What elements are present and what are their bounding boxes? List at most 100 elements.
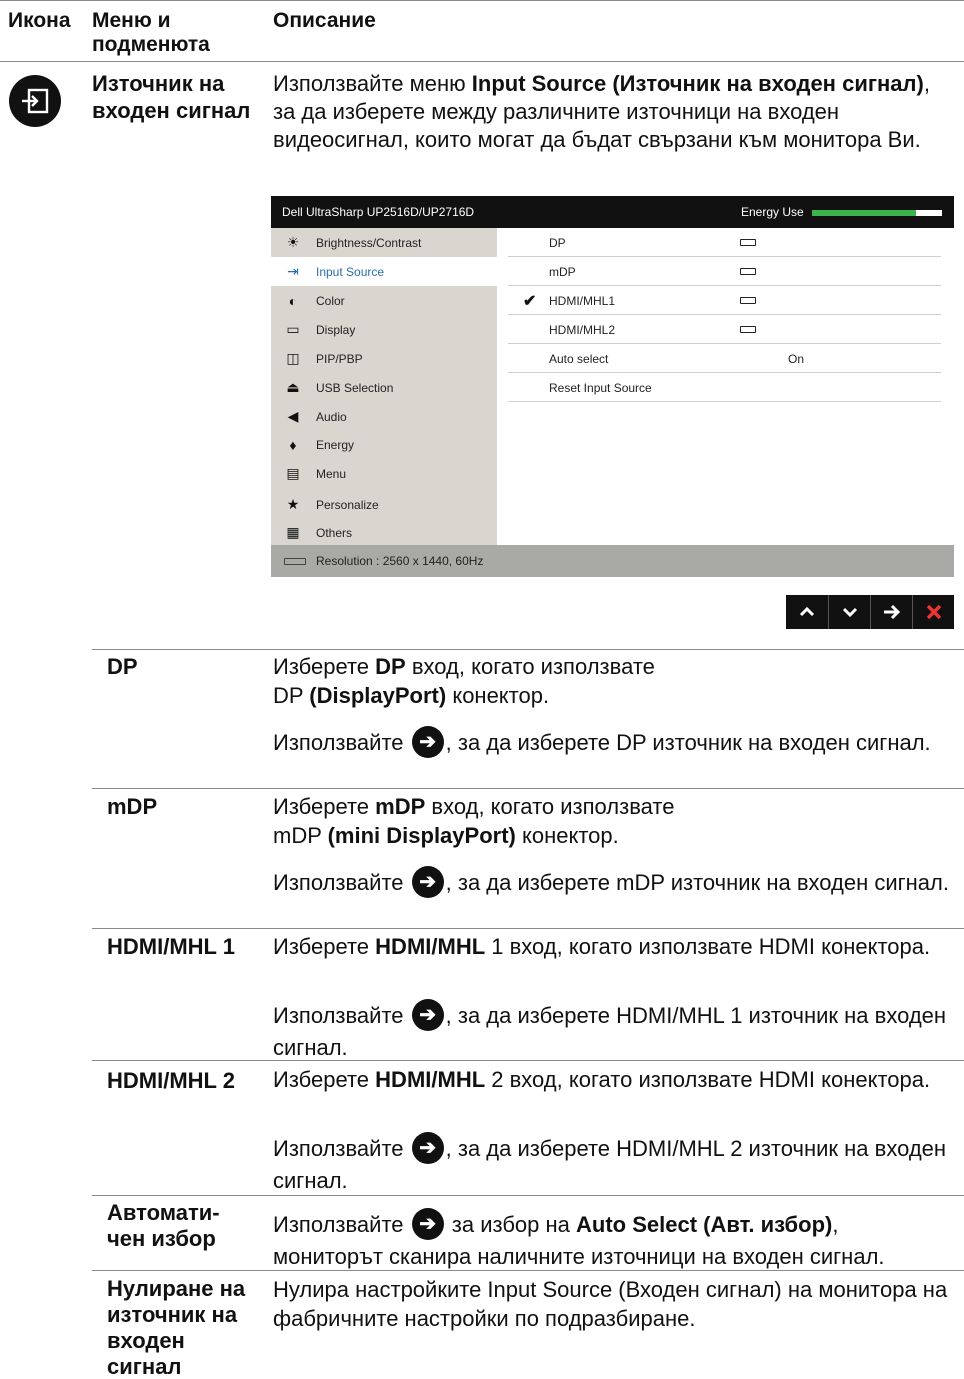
right-arrow-icon: ➔ [411,866,444,899]
osd-source-label: HDMI/MHL1 [549,294,616,308]
osd-source-row[interactable]: mDP [508,257,941,286]
usb-icon: ⏏ [286,379,300,395]
osd-menu-item[interactable]: ▤ Menu [271,459,497,488]
option-desc-dp: Изберете DP вход, когато използвате DP (… [273,654,655,708]
osd-menu-item[interactable]: ▭ Display [271,315,497,344]
option-name: Нулиране на източник на входен сигнал [107,1276,246,1379]
osd-title: Dell UltraSharp UP2516D/UP2716D [282,205,475,219]
osd-menu: Dell UltraSharp UP2516D/UP2716D Energy U… [271,196,954,577]
separator [92,1060,964,1061]
option-usage-hdmi2: Използвайте ➔, за да изберете HDMI/MHL 2… [273,1132,953,1195]
osd-menu-item[interactable]: ☀ Brightness/Contrast [271,228,497,257]
separator [92,649,964,650]
pip-icon: ◫ [286,350,300,366]
osd-title-bar: Dell UltraSharp UP2516D/UP2716D Energy U… [271,196,954,228]
header-desc-col: Описание [273,9,376,32]
osd-menu-item[interactable]: ⇥ Input Source [271,257,497,286]
right-arrow-icon: ➔ [411,726,444,759]
osd-nav-buttons [786,595,954,629]
others-icon: ▦ [286,524,300,540]
osd-menu-item[interactable]: ♦ Energy [271,430,497,459]
osd-menu-label: Display [316,322,356,337]
osd-menu-label: Input Source [316,264,385,279]
input-source-icon [9,75,61,127]
osd-menu-item[interactable]: ◫ PIP/PBP [271,344,497,373]
osd-menu-item[interactable]: ⏏ USB Selection [271,373,497,402]
option-name: Автомати-чен избор [107,1200,220,1251]
osd-source-value: On [788,352,805,366]
port-icon [740,268,756,275]
osd-menu-label: PIP/PBP [316,351,363,366]
header-bottom-line [0,61,964,62]
osd-source-label: mDP [549,265,576,279]
up-button[interactable] [786,595,828,629]
item-title: Източник на входен сигнал [92,71,251,123]
osd-source-label: DP [549,236,566,250]
option-usage-dp: Използвайте ➔, за да изберете DP източни… [273,726,953,760]
osd-menu-label: Personalize [316,497,379,512]
osd-menu-label: Energy [316,437,355,452]
star-icon: ★ [286,496,300,512]
osd-menu-item[interactable]: ◐ Color [271,286,497,315]
separator [92,788,964,789]
port-icon [740,297,756,304]
osd-source-row[interactable]: Auto select On [508,344,941,373]
osd-menu-item[interactable]: ▦ Others [271,518,497,547]
color-icon: ◐ [288,292,298,309]
hdmi-port-icon [284,558,306,565]
osd-main-menu: ☀ Brightness/Contrast ⇥ Input Source ◐ Color ▭… [271,228,497,545]
checkmark-icon: ✔ [523,293,537,310]
osd-menu-label: Audio [316,409,347,424]
option-desc-reset: Нулира настройките Input Source (Входен … [273,1277,948,1331]
right-arrow-icon: ➔ [411,999,444,1032]
osd-source-row[interactable]: Reset Input Source [508,373,941,402]
osd-menu-label: Menu [316,466,347,481]
input-source-icon: ⇥ [287,263,299,279]
port-icon [740,326,756,333]
energy-use-bar [812,210,942,216]
option-desc-hdmi1: Изберете HDMI/MHL 1 вход, когато използв… [273,934,931,959]
osd-source-row[interactable]: DP [508,228,941,257]
option-name: mDP [107,794,158,819]
energy-use-label: Energy Use [741,205,804,219]
speaker-icon: ◀ [287,408,299,424]
option-desc-mdp: Изберете mDP вход, когато използвате mDP… [273,794,675,848]
osd-source-label: Auto select [549,352,609,366]
osd-source-label: HDMI/MHL2 [549,323,616,337]
option-name: DP [107,654,138,679]
option-desc-hdmi2: Изберете HDMI/MHL 2 вход, когато използв… [273,1067,931,1092]
close-button[interactable] [912,595,954,629]
header-icon-col: Икона [8,9,71,32]
separator [92,928,964,929]
resolution-text: Resolution : 2560 x 1440, 60Hz [316,554,484,568]
flame-icon: ♦ [289,436,297,453]
osd-menu-label: Brightness/Contrast [316,235,422,250]
header-menu-col: Меню и подменюта [92,9,210,56]
option-name: HDMI/MHL 1 [107,934,235,959]
osd-menu-label: Others [316,525,353,540]
option-usage-hdmi1: Използвайте ➔, за да изберете HDMI/MHL 1… [273,999,953,1062]
osd-source-label: Reset Input Source [549,381,652,395]
option-desc-auto: Използвайте ➔ за избор на Auto Select (А… [273,1208,953,1271]
next-button[interactable] [870,595,912,629]
separator [92,1195,964,1196]
header-top-line [0,0,964,1]
right-arrow-icon: ➔ [411,1132,444,1165]
separator [92,1270,964,1271]
right-arrow-icon: ➔ [411,1208,444,1241]
display-icon: ▭ [286,321,300,337]
option-usage-mdp: Използвайте ➔, за да изберете mDP източн… [273,866,953,900]
sun-icon: ☀ [286,234,300,250]
menu-icon: ▤ [286,465,300,481]
osd-source-row[interactable]: ✔ HDMI/MHL1 [508,286,941,315]
item-intro: Използвайте меню Input Source (Източник … [273,71,930,152]
down-button[interactable] [828,595,870,629]
option-name: HDMI/MHL 2 [107,1068,235,1093]
osd-menu-item[interactable]: ◀ Audio [271,402,497,431]
osd-status-bar: Resolution : 2560 x 1440, 60Hz [271,545,954,577]
energy-use-fill [812,210,916,216]
osd-menu-label: USB Selection [316,380,394,395]
osd-menu-label: Color [316,293,345,308]
osd-source-row[interactable]: HDMI/MHL2 [508,315,941,344]
osd-menu-item[interactable]: ★ Personalize [271,490,497,519]
